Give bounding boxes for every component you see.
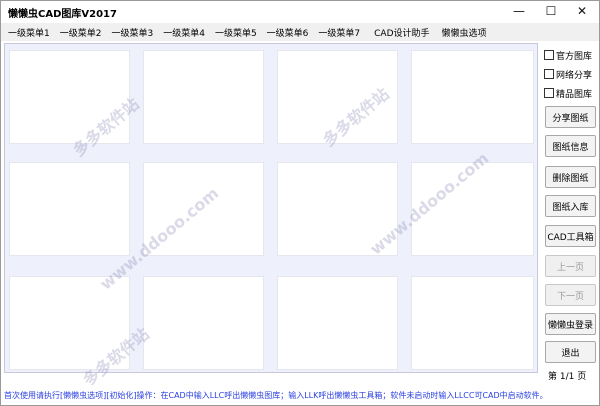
- exit-button[interactable]: 退出: [545, 341, 596, 363]
- drawing-thumbnail-2[interactable]: [143, 50, 264, 144]
- checkbox-label: 官方图库: [556, 51, 593, 62]
- menu-item-1[interactable]: 一级菜单1: [5, 26, 53, 39]
- menu-item-6[interactable]: 一级菜单6: [264, 26, 312, 39]
- menu-item-cad-assistant[interactable]: CAD设计助手: [371, 26, 432, 39]
- checkbox-label: 精品图库: [556, 89, 593, 100]
- menu-item-3[interactable]: 一级菜单3: [108, 26, 156, 39]
- delete-drawing-button[interactable]: 删除图纸: [545, 166, 596, 188]
- window-title: 懒懒虫CAD图库V2017: [8, 9, 117, 20]
- next-page-button[interactable]: 下一页: [545, 284, 596, 306]
- drawing-thumbnail-8[interactable]: [411, 162, 534, 256]
- drawing-thumbnail-11[interactable]: [277, 276, 398, 370]
- share-drawing-button[interactable]: 分享图纸: [545, 106, 596, 128]
- maximize-button[interactable]: ☐: [536, 1, 566, 21]
- menu-item-7[interactable]: 一级菜单7: [315, 26, 363, 39]
- cad-toolbox-button[interactable]: CAD工具箱: [545, 225, 596, 247]
- sidebar: 官方图库 网络分享 精品图库 分享图纸 图纸信息 删除图纸 图纸入库 CAD工具…: [540, 43, 599, 385]
- drawing-thumbnail-6[interactable]: [143, 162, 264, 256]
- prev-page-button[interactable]: 上一页: [545, 255, 596, 277]
- drawing-thumbnail-12[interactable]: [411, 276, 534, 370]
- minimize-button[interactable]: —: [504, 1, 534, 21]
- drawing-thumbnail-4[interactable]: [411, 50, 534, 144]
- menu-item-4[interactable]: 一级菜单4: [160, 26, 208, 39]
- menu-bar: 一级菜单1 一级菜单2 一级菜单3 一级菜单4 一级菜单5 一级菜单6 一级菜单…: [1, 23, 599, 41]
- checkbox-box[interactable]: [544, 69, 554, 79]
- drawing-gallery: 多多软件站 www.ddooo.com 多多软件站 www.ddooo.com …: [4, 43, 538, 390]
- menu-item-2[interactable]: 一级菜单2: [57, 26, 105, 39]
- title-bar: 懒懒虫CAD图库V2017 — ☐ ✕: [1, 1, 599, 23]
- checkbox-official-library[interactable]: 官方图库: [544, 47, 592, 63]
- menu-item-options[interactable]: 懒懒虫选项: [439, 26, 490, 39]
- import-drawing-button[interactable]: 图纸入库: [545, 195, 596, 217]
- drawing-thumbnail-5[interactable]: [9, 162, 130, 256]
- drawing-thumbnail-10[interactable]: [143, 276, 264, 370]
- menu-item-5[interactable]: 一级菜单5: [212, 26, 260, 39]
- checkbox-box[interactable]: [544, 88, 554, 98]
- drawing-thumbnail-3[interactable]: [277, 50, 398, 144]
- login-button[interactable]: 懒懒虫登录: [545, 313, 596, 335]
- app-window: 懒懒虫CAD图库V2017 — ☐ ✕ 一级菜单1 一级菜单2 一级菜单3 一级…: [0, 0, 600, 406]
- drawing-thumbnail-1[interactable]: [9, 50, 130, 144]
- checkbox-box[interactable]: [544, 50, 554, 60]
- checkbox-premium-library[interactable]: 精品图库: [544, 85, 592, 101]
- drawing-info-button[interactable]: 图纸信息: [545, 135, 596, 157]
- checkbox-network-share[interactable]: 网络分享: [544, 66, 592, 82]
- drawing-thumbnail-9[interactable]: [9, 276, 130, 370]
- checkbox-label: 网络分享: [556, 70, 593, 81]
- status-hint-text: 首次使用请执行[懒懒虫选项][初始化]操作：在CAD中输入LLC呼出懒懒虫图库；…: [4, 390, 548, 400]
- page-indicator: 第 1/1 页: [548, 372, 587, 382]
- drawing-thumbnail-7[interactable]: [277, 162, 398, 256]
- status-bar: 首次使用请执行[懒懒虫选项][初始化]操作：在CAD中输入LLC呼出懒懒虫图库；…: [1, 385, 599, 405]
- close-button[interactable]: ✕: [567, 1, 597, 21]
